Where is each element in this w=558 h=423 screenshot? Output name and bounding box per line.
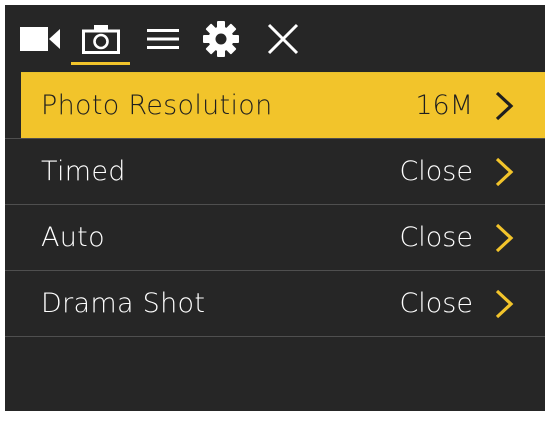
active-tab-indicator [71, 62, 130, 65]
menu-item-value: Close [399, 222, 473, 253]
photo-camera-icon [81, 25, 120, 54]
menu-item-value: Close [399, 156, 473, 187]
camera-screen: Photo Resolution 16M Timed Close Auto Cl… [5, 5, 545, 411]
tab-menu[interactable] [145, 5, 181, 73]
tab-settings[interactable] [199, 5, 243, 73]
chevron-right-icon [495, 157, 514, 187]
tab-video[interactable] [19, 5, 63, 73]
menu-item-value: 16M [415, 90, 473, 121]
menu-item-label: Photo Resolution [41, 90, 273, 121]
menu-item-label: Timed [41, 156, 126, 187]
menu-list-icon [147, 29, 179, 49]
chevron-right-icon [495, 223, 514, 253]
menu-item-timed[interactable]: Timed Close [5, 138, 545, 204]
menu-item-photo-resolution[interactable]: Photo Resolution 16M [21, 72, 545, 138]
photo-settings-menu: Photo Resolution 16M Timed Close Auto Cl… [5, 72, 545, 337]
chevron-right-icon [495, 91, 514, 121]
menu-item-value: Close [399, 288, 473, 319]
menu-item-label: Auto [41, 222, 105, 253]
menu-item-drama-shot[interactable]: Drama Shot Close [5, 270, 545, 337]
chevron-right-icon [495, 289, 514, 319]
settings-gear-icon [203, 21, 239, 57]
menu-item-auto[interactable]: Auto Close [5, 204, 545, 270]
video-camera-icon [20, 27, 60, 51]
menu-item-label: Drama Shot [41, 288, 206, 319]
close-icon [267, 23, 299, 55]
mode-tab-bar [5, 5, 545, 73]
tab-close[interactable] [263, 5, 303, 73]
